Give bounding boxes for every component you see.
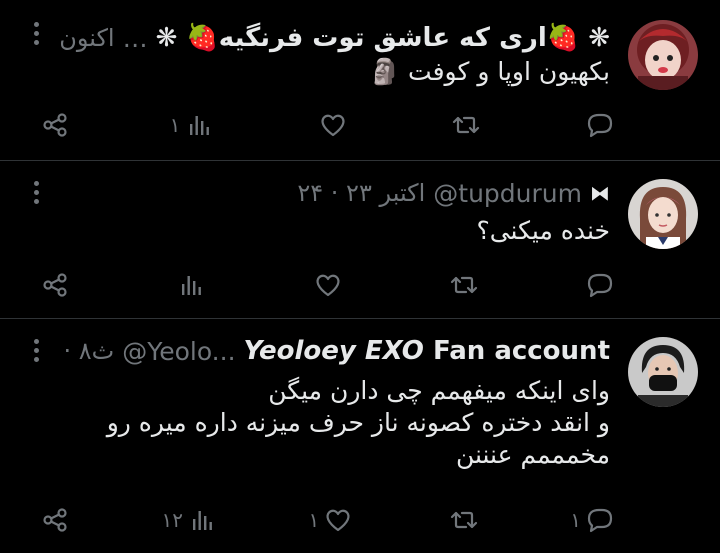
like-icon [321, 114, 345, 137]
action-bar: ۱۲ ۱ ۱ [40, 502, 615, 538]
display-name[interactable]: Yeoloey EXO Fan account [244, 336, 610, 366]
more-icon[interactable] [24, 177, 48, 207]
views-count: ۱۲ [161, 508, 183, 532]
views-button[interactable]: ۱۲ [162, 502, 217, 538]
tweet-1[interactable]: ❋ 🍓اری که عاشق توت فرنگیه🍓 ❋ … · اکنون ب… [0, 0, 720, 160]
views-count: ۱ [169, 113, 181, 137]
tweet-header: Yeoloey EXO Fan account @Yeolo... · ۸ث [60, 331, 611, 371]
views-icon [192, 511, 212, 530]
timestamp[interactable]: · ۸ث [64, 337, 115, 365]
share-icon [43, 113, 67, 137]
views-button[interactable] [172, 267, 206, 303]
tweet-2[interactable]: ⧓ @tupdurum ۲۴ · اکتبر ۲۳ خنده میکنی؟ [0, 161, 720, 318]
tweet-3[interactable]: Yeoloey EXO Fan account @Yeolo... · ۸ث و… [0, 319, 720, 553]
like-icon [326, 509, 350, 532]
tweet-header: ❋ 🍓اری که عاشق توت فرنگیه🍓 ❋ … · اکنون [60, 18, 610, 58]
tweet-text-line: و انقد دختره کصونه ناز حرف میزنه داره می… [106, 408, 610, 437]
handle[interactable]: … [123, 24, 148, 53]
like-button[interactable] [314, 107, 348, 143]
tweet-text: وای اینکه میفهمم چی دارن میگن و انقد دخت… [60, 375, 610, 471]
reply-icon [587, 113, 613, 138]
share-icon [43, 273, 67, 297]
timestamp[interactable]: · اکنون [60, 24, 115, 52]
tweet-text: بکهیون اوپا و کوفت 🗿 [60, 56, 610, 87]
share-button[interactable] [40, 107, 70, 143]
reply-count: ۱ [570, 508, 581, 532]
reply-button[interactable] [581, 267, 615, 303]
tweet-text-line: بکهیون اوپا و کوفت 🗿 [368, 57, 610, 86]
like-button[interactable]: ۱ [308, 502, 353, 538]
views-icon [182, 276, 202, 295]
like-button[interactable] [309, 267, 343, 303]
tweet-text: خنده میکنی؟ [60, 215, 610, 246]
display-name[interactable]: ⧓ [590, 181, 610, 205]
avatar[interactable] [628, 179, 698, 249]
avatar[interactable] [628, 20, 698, 90]
display-name-rest: Fan account [432, 336, 610, 366]
tweet-text-line: خنده میکنی؟ [476, 216, 610, 245]
retweet-icon [450, 276, 477, 294]
views-button[interactable]: ۱ [170, 107, 215, 143]
display-name[interactable]: ❋ 🍓اری که عاشق توت فرنگیه🍓 ❋ [156, 23, 610, 53]
more-icon[interactable] [24, 335, 48, 365]
timestamp[interactable]: ۲۴ · اکتبر ۲۳ [297, 179, 425, 207]
action-bar [40, 267, 615, 303]
handle[interactable]: @tupdurum [433, 179, 582, 208]
like-icon [315, 274, 340, 297]
tweet-header: ⧓ @tupdurum ۲۴ · اکتبر ۲۳ [60, 173, 610, 213]
tweet-text-line: وای اینکه میفهمم چی دارن میگن [268, 376, 610, 405]
views-icon [190, 116, 210, 135]
handle[interactable]: @Yeolo... [122, 337, 235, 366]
retweet-button[interactable] [445, 267, 479, 303]
reply-icon [587, 508, 613, 533]
like-count: ۱ [308, 508, 320, 532]
retweet-icon [450, 511, 477, 529]
share-button[interactable] [40, 502, 70, 538]
share-button[interactable] [40, 267, 70, 303]
reply-button[interactable]: ۱ [570, 502, 615, 538]
more-icon[interactable] [24, 18, 48, 48]
action-bar: ۱ [40, 107, 615, 143]
retweet-icon [453, 116, 480, 134]
retweet-button[interactable] [447, 107, 481, 143]
reply-button[interactable] [581, 107, 615, 143]
display-name-bold-italic: Yeoloey EXO [243, 336, 424, 366]
reply-icon [587, 273, 613, 298]
retweet-button[interactable] [445, 502, 479, 538]
share-icon [43, 508, 67, 532]
avatar[interactable] [628, 337, 698, 407]
tweet-text-line: مخمممم عنننن [455, 440, 610, 469]
